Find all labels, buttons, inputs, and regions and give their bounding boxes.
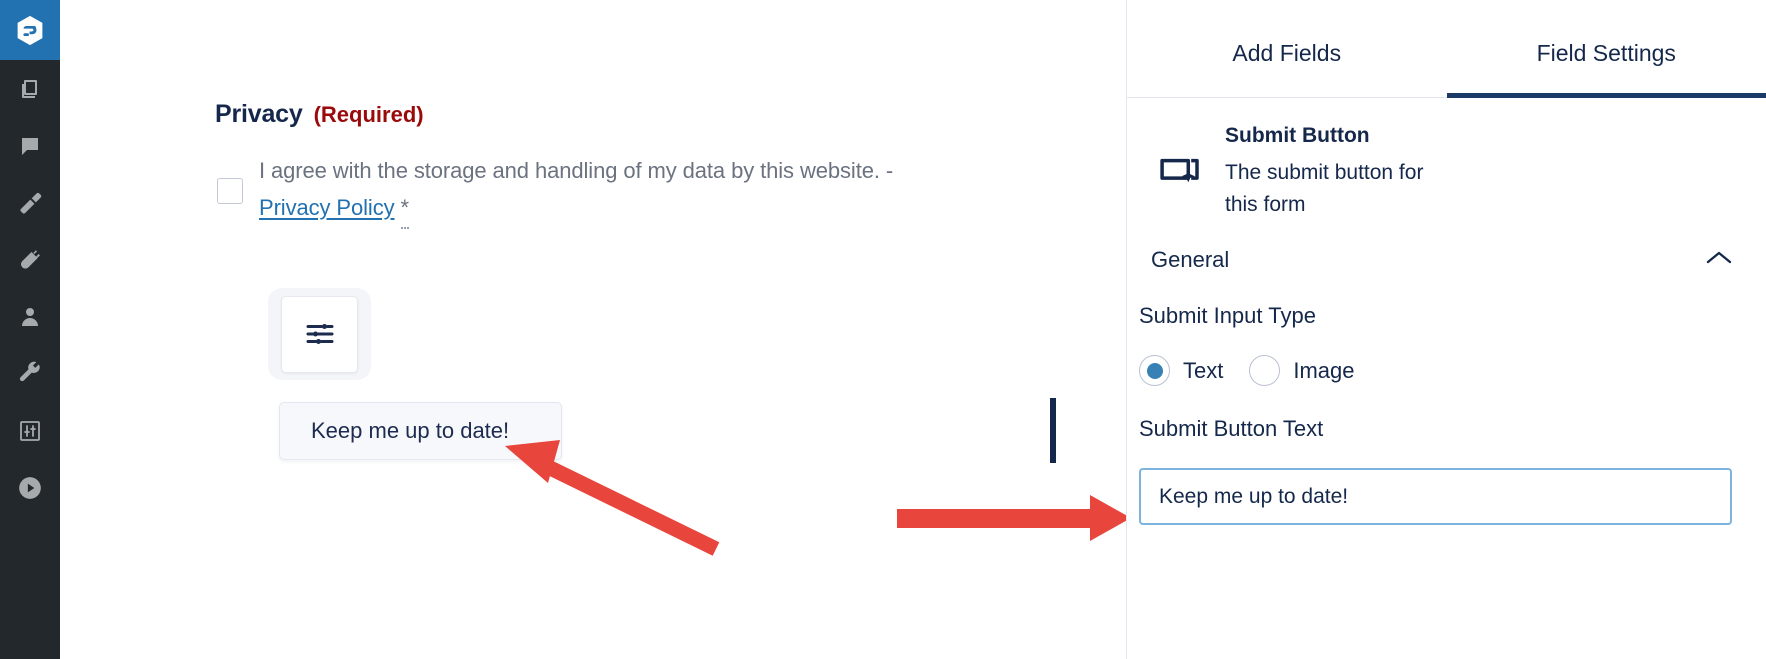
consent-text-before: I agree with the storage and handling of…	[259, 158, 894, 183]
chevron-up-icon[interactable]	[1706, 250, 1732, 271]
submit-input-type-radio-group: Text Image	[1139, 355, 1732, 386]
sidebar-item-pages[interactable]	[0, 60, 60, 117]
consent-required-star: *	[400, 189, 409, 229]
panel-header-description: The submit button for this form	[1225, 161, 1424, 216]
sidebar-item-appearance[interactable]	[0, 174, 60, 231]
wp-admin-sidebar	[0, 0, 70, 659]
panel-tabs: Add Fields Field Settings	[1127, 0, 1766, 98]
tab-field-settings[interactable]: Field Settings	[1446, 40, 1766, 98]
sidebar-item-tools[interactable]	[0, 345, 60, 402]
form-submit-button-label: Keep me up to date!	[311, 418, 510, 443]
privacy-policy-link[interactable]: Privacy Policy	[259, 195, 395, 220]
privacy-field-header: Privacy (Required)	[215, 100, 424, 129]
media-play-icon	[17, 475, 43, 501]
submit-field-toolbar	[268, 288, 371, 380]
sidebar-item-settings[interactable]	[0, 402, 60, 459]
radio-image-label: Image	[1293, 357, 1355, 383]
radio-text-label: Text	[1183, 357, 1224, 383]
page-title: Privacy	[215, 100, 303, 128]
gravity-forms-editor-screen: Privacy (Required) I agree with the stor…	[0, 0, 1766, 659]
field-settings-panel: Add Fields Field Settings Submit Button …	[1126, 0, 1766, 659]
sidebar-item-gravity-forms[interactable]	[0, 0, 70, 60]
users-icon	[18, 305, 42, 329]
tab-add-fields[interactable]: Add Fields	[1127, 40, 1447, 97]
panel-header-title: Submit Button	[1225, 124, 1370, 147]
form-editor-canvas: Privacy (Required) I agree with the stor…	[60, 0, 1126, 659]
form-submit-button[interactable]: Keep me up to date!	[279, 402, 562, 460]
pages-icon	[18, 77, 42, 101]
sidebar-item-media[interactable]	[0, 459, 60, 516]
required-badge: (Required)	[313, 102, 424, 127]
section-general-title: General	[1151, 247, 1230, 272]
text-cursor-caret	[1050, 398, 1056, 463]
tools-wrench-icon	[17, 361, 43, 387]
radio-text-dot[interactable]	[1139, 355, 1170, 386]
appearance-brush-icon	[17, 190, 43, 216]
sidebar-item-comments[interactable]	[0, 117, 60, 174]
consent-checkbox[interactable]	[217, 177, 243, 204]
sliders-icon	[302, 316, 338, 352]
submit-input-type-label: Submit Input Type	[1139, 303, 1316, 328]
submit-button-icon	[1159, 156, 1203, 188]
tab-field-settings-label: Field Settings	[1536, 40, 1676, 66]
radio-option-image[interactable]: Image	[1249, 355, 1355, 386]
submit-button-text-input[interactable]	[1139, 468, 1732, 525]
plugins-plug-icon	[17, 247, 43, 273]
submit-settings-button[interactable]	[281, 295, 358, 373]
section-general-header[interactable]: General	[1127, 221, 1766, 273]
consent-field-row[interactable]: I agree with the storage and handling of…	[217, 152, 947, 229]
gravity-forms-logo-icon	[15, 14, 45, 47]
tab-add-fields-label: Add Fields	[1232, 40, 1342, 66]
radio-image-dot[interactable]	[1249, 355, 1281, 386]
submit-input-type-field: Submit Input Type Text Image	[1127, 273, 1766, 386]
settings-sliders-icon	[18, 419, 42, 443]
consent-label: I agree with the storage and handling of…	[259, 152, 947, 229]
panel-header: Submit Button The submit button for this…	[1127, 98, 1766, 221]
sidebar-item-users[interactable]	[0, 288, 60, 345]
sidebar-item-plugins[interactable]	[0, 231, 60, 288]
submit-button-text-label: Submit Button Text	[1139, 416, 1324, 441]
comments-icon	[18, 134, 42, 158]
radio-option-text[interactable]: Text	[1139, 355, 1223, 386]
submit-button-text-field: Submit Button Text	[1127, 386, 1766, 525]
